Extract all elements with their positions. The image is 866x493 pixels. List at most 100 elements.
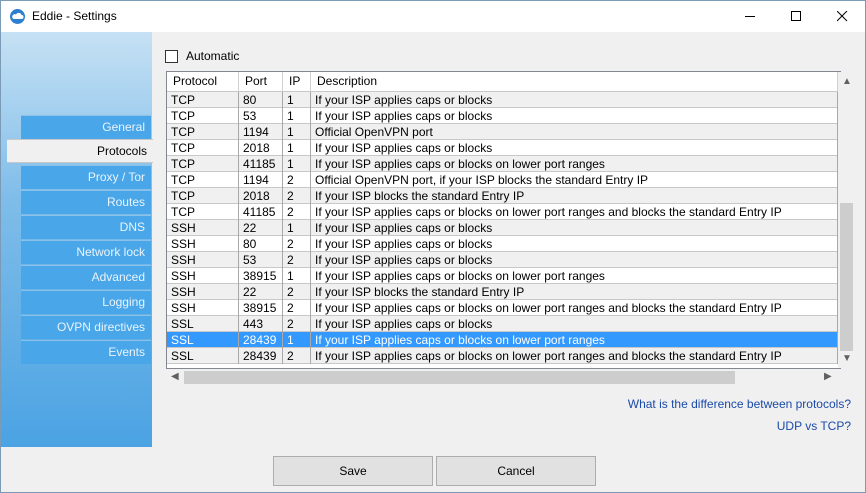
cell-ip: 2	[283, 300, 311, 316]
table-row[interactable]: SSH 38915 1 If your ISP applies caps or blo…	[167, 268, 838, 284]
cell-description: If your ISP applies caps or blocks on lo…	[311, 156, 838, 172]
table-row[interactable]: TCP 41185 2 If your ISP applies caps or blo…	[167, 204, 838, 220]
column-header-description[interactable]: Description	[311, 72, 838, 92]
table-row[interactable]: TCP 1194 2 Official OpenVPN port, if your I…	[167, 172, 838, 188]
cell-description: Official OpenVPN port, if your ISP block…	[311, 172, 838, 188]
table-row[interactable]: TCP 53 1 If your ISP applies caps or blocks	[167, 108, 838, 124]
cell-ip: 1	[283, 332, 311, 348]
cell-port: 2018	[239, 140, 283, 156]
cell-ip: 1	[283, 268, 311, 284]
cell-port: 80	[239, 236, 283, 252]
sidebar-item-logging[interactable]: Logging	[21, 290, 151, 314]
sidebar-item-advanced[interactable]: Advanced	[21, 265, 151, 289]
cell-ip: 2	[283, 348, 311, 364]
maximize-icon	[791, 11, 801, 21]
cell-protocol: SSL	[167, 332, 239, 348]
table-row[interactable]: SSH 80 2 If your ISP applies caps or blocks	[167, 236, 838, 252]
cell-description: If your ISP applies caps or blocks on lo…	[311, 332, 838, 348]
cell-description: If your ISP applies caps or blocks	[311, 236, 838, 252]
cell-port: 53	[239, 252, 283, 268]
minimize-icon	[745, 16, 755, 17]
cloud-icon	[10, 9, 25, 24]
table-row[interactable]: TCP 41185 1 If your ISP applies caps or blo…	[167, 156, 838, 172]
table-row[interactable]: SSH 38915 2 If your ISP applies caps or blo…	[167, 300, 838, 316]
table-row[interactable]: SSL 28439 2 If your ISP applies caps or blo…	[167, 348, 838, 364]
cell-description: If your ISP blocks the standard Entry IP	[311, 188, 838, 204]
window-title: Eddie - Settings	[32, 9, 117, 23]
cell-description: If your ISP applies caps or blocks	[311, 140, 838, 156]
cell-protocol: SSH	[167, 300, 239, 316]
cell-protocol: TCP	[167, 108, 239, 124]
maximize-button[interactable]	[773, 1, 819, 32]
scroll-down-icon[interactable]: ▼	[842, 354, 852, 364]
table-row[interactable]: TCP 1194 1 Official OpenVPN port	[167, 124, 838, 140]
minimize-button[interactable]	[727, 1, 773, 32]
cell-protocol: SSH	[167, 236, 239, 252]
cell-protocol: TCP	[167, 172, 239, 188]
protocols-table[interactable]: Protocol Port IP Description TCP 80 1 If yo…	[166, 71, 841, 369]
scroll-right-icon[interactable]: ▶	[824, 372, 832, 382]
sidebar-item-protocols[interactable]: Protocols	[7, 139, 153, 163]
table-row[interactable]: TCP 2018 2 If your ISP blocks the standard …	[167, 188, 838, 204]
cell-description: If your ISP applies caps or blocks	[311, 220, 838, 236]
cell-description: If your ISP blocks the standard Entry IP	[311, 284, 838, 300]
cell-protocol: TCP	[167, 188, 239, 204]
cell-description: If your ISP applies caps or blocks	[311, 252, 838, 268]
cell-protocol: SSH	[167, 220, 239, 236]
cell-ip: 2	[283, 284, 311, 300]
cell-description: Official OpenVPN port	[311, 124, 838, 140]
cell-protocol: TCP	[167, 92, 239, 108]
sidebar-item-events[interactable]: Events	[21, 340, 151, 364]
settings-window: Eddie - Settings General Protocols Proxy…	[0, 0, 866, 493]
column-header-port[interactable]: Port	[239, 72, 283, 92]
vertical-scroll-thumb[interactable]	[840, 203, 853, 351]
cell-protocol: TCP	[167, 124, 239, 140]
protocols-difference-link[interactable]: What is the difference between protocols…	[628, 397, 851, 411]
sidebar-item-general[interactable]: General	[21, 115, 151, 139]
table-row[interactable]: SSL 443 2 If your ISP applies caps or block…	[167, 316, 838, 332]
column-header-protocol[interactable]: Protocol	[167, 72, 239, 92]
vertical-scrollbar[interactable]: ▲ ▼	[838, 72, 855, 368]
column-header-ip[interactable]: IP	[283, 72, 311, 92]
close-icon	[837, 11, 848, 22]
automatic-checkbox[interactable]	[165, 50, 178, 63]
table-row[interactable]: TCP 80 1 If your ISP applies caps or blocks	[167, 92, 838, 108]
cell-ip: 1	[283, 156, 311, 172]
cell-protocol: TCP	[167, 204, 239, 220]
horizontal-scroll-thumb[interactable]	[184, 371, 735, 384]
sidebar-item-routes[interactable]: Routes	[21, 190, 151, 214]
sidebar-item-dns[interactable]: DNS	[21, 215, 151, 239]
automatic-label: Automatic	[186, 49, 240, 63]
cell-port: 22	[239, 220, 283, 236]
cell-port: 38915	[239, 300, 283, 316]
sidebar-item-proxy-tor[interactable]: Proxy / Tor	[21, 165, 151, 189]
cell-protocol: SSH	[167, 252, 239, 268]
cell-protocol: TCP	[167, 156, 239, 172]
table-row[interactable]: SSL 28439 1 If your ISP applies caps or blo…	[167, 332, 838, 348]
close-button[interactable]	[819, 1, 865, 32]
horizontal-scrollbar[interactable]: ◀ ▶	[167, 369, 838, 386]
scroll-up-icon[interactable]: ▲	[842, 77, 852, 87]
sidebar-item-network-lock[interactable]: Network lock	[21, 240, 151, 264]
cell-protocol: SSL	[167, 348, 239, 364]
cell-port: 41185	[239, 156, 283, 172]
cell-ip: 1	[283, 220, 311, 236]
save-button[interactable]: Save	[273, 456, 433, 486]
table-row[interactable]: SSH 53 2 If your ISP applies caps or blocks	[167, 252, 838, 268]
cell-ip: 2	[283, 316, 311, 332]
cell-ip: 2	[283, 252, 311, 268]
sidebar-item-ovpn-directives[interactable]: OVPN directives	[21, 315, 151, 339]
cell-description: If your ISP applies caps or blocks	[311, 92, 838, 108]
table-row[interactable]: TCP 2018 1 If your ISP applies caps or bloc…	[167, 140, 838, 156]
cell-port: 28439	[239, 348, 283, 364]
title-bar: Eddie - Settings	[1, 1, 865, 32]
table-row[interactable]: SSH 22 1 If your ISP applies caps or blocks	[167, 220, 838, 236]
cancel-button[interactable]: Cancel	[436, 456, 596, 486]
cell-protocol: SSH	[167, 284, 239, 300]
cell-description: If your ISP applies caps or blocks	[311, 316, 838, 332]
cell-description: If your ISP applies caps or blocks	[311, 108, 838, 124]
cell-ip: 1	[283, 140, 311, 156]
scroll-left-icon[interactable]: ◀	[171, 372, 179, 382]
udp-vs-tcp-link[interactable]: UDP vs TCP?	[777, 419, 851, 433]
table-row[interactable]: SSH 22 2 If your ISP blocks the standard En…	[167, 284, 838, 300]
